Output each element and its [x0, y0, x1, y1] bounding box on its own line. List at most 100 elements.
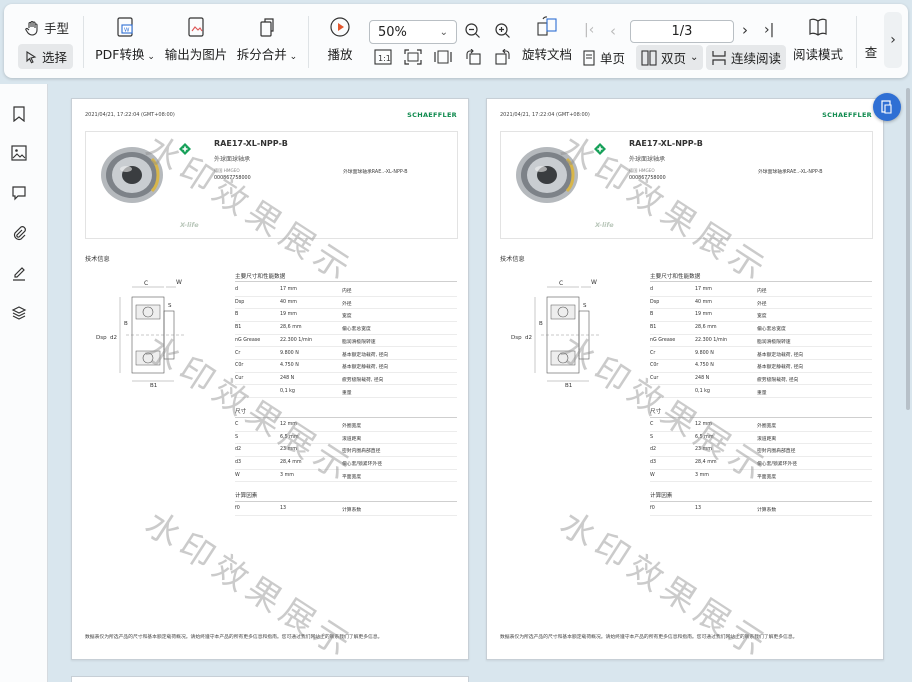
- comment-icon[interactable]: [9, 183, 29, 203]
- diagram-label-b: B: [124, 321, 128, 327]
- double-page-button[interactable]: 双页 ⌄: [636, 45, 704, 70]
- table-cell-val: 19 mm: [280, 312, 297, 318]
- image-icon[interactable]: [9, 143, 29, 163]
- table-cell-val: 12 mm: [280, 422, 297, 427]
- product-series: 外球面球轴承RAE..-XL-NPP-B: [343, 170, 408, 175]
- table-row: Dsp 40 mm 外径: [650, 297, 872, 310]
- product-label: 德国 HMGEO: [214, 168, 240, 173]
- section-main-heading: 主要尺寸和性能数据: [235, 274, 286, 280]
- pdf-convert-label: PDF转换: [95, 47, 145, 62]
- diagram-label-c: C: [144, 280, 148, 287]
- brand-logo: SCHAEFFLER: [822, 111, 872, 119]
- table-row: nG Grease 22.300 1/min 脂润滑极限转速: [650, 335, 872, 348]
- reading-mode-button[interactable]: 阅读模式: [790, 16, 846, 63]
- layers-icon[interactable]: [9, 303, 29, 323]
- zoom-out-button[interactable]: [464, 22, 482, 40]
- table-cell-desc: 宽度: [757, 314, 767, 320]
- last-page-button[interactable]: ›|: [764, 22, 774, 38]
- page-timestamp: 2021/04/21, 17:22:04 (GMT+08:00): [500, 112, 590, 118]
- split-merge-icon: [260, 18, 274, 37]
- table-cell-sym: C0r: [235, 363, 244, 369]
- first-page-button[interactable]: |‹: [584, 22, 594, 38]
- chevron-down-icon: ⌄: [439, 26, 448, 38]
- single-page-icon: [583, 49, 595, 66]
- split-merge-label: 拆分合并: [236, 47, 287, 62]
- table-cell-desc: 偏心套/锁紧环外径: [342, 462, 382, 468]
- table-row: f0 13 计算系数: [235, 503, 457, 516]
- rotate-document-button[interactable]: 旋转文档: [518, 16, 576, 63]
- section-main-heading: 主要尺寸和性能数据: [650, 274, 701, 280]
- actual-size-icon: 1:1: [374, 49, 392, 65]
- play-icon: [330, 17, 350, 37]
- table-cell-sym: f0: [235, 506, 240, 511]
- double-page-icon: [641, 49, 657, 66]
- table-cell-desc: 内径: [757, 289, 767, 294]
- document-page-3: [71, 676, 469, 682]
- tech-info-heading: 技术信息: [85, 256, 110, 263]
- pdf-convert-button[interactable]: W PDF转换 ⌄: [94, 16, 156, 63]
- diagram-label-b1: B1: [565, 383, 572, 387]
- vertical-scrollbar[interactable]: [906, 88, 910, 410]
- rotate-left-button[interactable]: [464, 49, 482, 65]
- table-row: C0r 4.750 N 基本额定静载荷, 径向: [650, 360, 872, 373]
- table-cell-desc: 疲劳极限载荷, 径向: [342, 377, 384, 383]
- table-cell-desc: 平面宽度: [757, 474, 777, 480]
- select-tool-label: 选择: [42, 50, 68, 65]
- chevron-down-icon: ⌄: [690, 52, 699, 63]
- continuous-reading-button[interactable]: 连续阅读: [706, 45, 787, 70]
- zoom-in-button[interactable]: [494, 22, 512, 40]
- table-row: 0,1 kg 重量: [650, 386, 872, 399]
- fit-page-button[interactable]: [404, 49, 422, 65]
- actual-size-button[interactable]: 1:1: [374, 49, 392, 65]
- zoom-select[interactable]: 50% ⌄: [369, 20, 457, 44]
- search-button[interactable]: 查: [862, 42, 880, 61]
- chevron-right-icon: ›: [890, 32, 896, 48]
- attachment-icon[interactable]: [9, 223, 29, 243]
- table-row: S 6,5 mm 滚道距离: [235, 432, 457, 445]
- select-tool-button[interactable]: 选择: [18, 44, 74, 69]
- table-cell-sym: Dsp: [235, 299, 245, 305]
- table-cell-val: 0,1 kg: [280, 388, 295, 394]
- table-cell-sym: W: [235, 472, 240, 478]
- table-cell-desc: 疲劳极限载荷, 径向: [757, 377, 799, 383]
- table-row: S 6,5 mm 滚道距离: [650, 432, 872, 445]
- hand-tool-button[interactable]: 手型: [24, 18, 69, 37]
- split-merge-button[interactable]: 拆分合并 ⌄: [236, 16, 298, 63]
- table-cell-sym: d: [235, 287, 239, 292]
- table-cell-desc: 内径: [342, 289, 352, 294]
- prev-page-icon: ‹: [610, 22, 616, 40]
- table-cell-val: 22.300 1/min: [280, 337, 313, 343]
- table-cell-val: 9.800 N: [280, 350, 299, 356]
- table-cell-sym: nG Grease: [650, 337, 676, 343]
- bookmark-icon[interactable]: [9, 104, 29, 124]
- bearing-drawing: C W Dsp d2 B B1 S: [511, 279, 601, 387]
- signature-icon[interactable]: [9, 263, 29, 283]
- table-cell-val: 248 N: [280, 375, 295, 381]
- brand-logo: SCHAEFFLER: [407, 111, 457, 119]
- fit-width-icon: [434, 50, 452, 64]
- page-number-input[interactable]: 1/3: [630, 20, 734, 43]
- rotate-right-button[interactable]: [494, 49, 512, 65]
- toolbar-more-button[interactable]: ›: [884, 12, 902, 68]
- table-cell-desc: 密封内圈肩部直径: [342, 449, 381, 455]
- xlife-badge-icon: [594, 143, 606, 155]
- export-image-button[interactable]: 输出为图片: [164, 16, 228, 63]
- prev-page-button[interactable]: ‹: [610, 22, 616, 40]
- table-cell-sym: Cur: [650, 375, 659, 381]
- rotate-document-icon: [537, 16, 557, 36]
- table-cell-desc: 外圈宽度: [757, 424, 777, 429]
- fit-width-button[interactable]: [434, 49, 452, 65]
- rotate-right-icon: [495, 49, 510, 65]
- table-cell-sym: C: [650, 422, 654, 427]
- table-cell-desc: 偏心套总宽度: [342, 327, 371, 333]
- zoom-value: 50%: [378, 24, 407, 40]
- svg-text:1:1: 1:1: [378, 54, 391, 63]
- play-button[interactable]: 播放: [320, 16, 360, 63]
- chevron-down-icon: ⌄: [144, 52, 155, 62]
- single-page-button[interactable]: 单页: [582, 48, 625, 67]
- floating-tool-button[interactable]: [873, 93, 901, 121]
- single-page-label: 单页: [600, 51, 626, 66]
- table-cell-sym: C: [235, 422, 239, 427]
- next-page-button[interactable]: ›: [742, 21, 748, 39]
- table-row: C 12 mm 外圈宽度: [235, 419, 457, 432]
